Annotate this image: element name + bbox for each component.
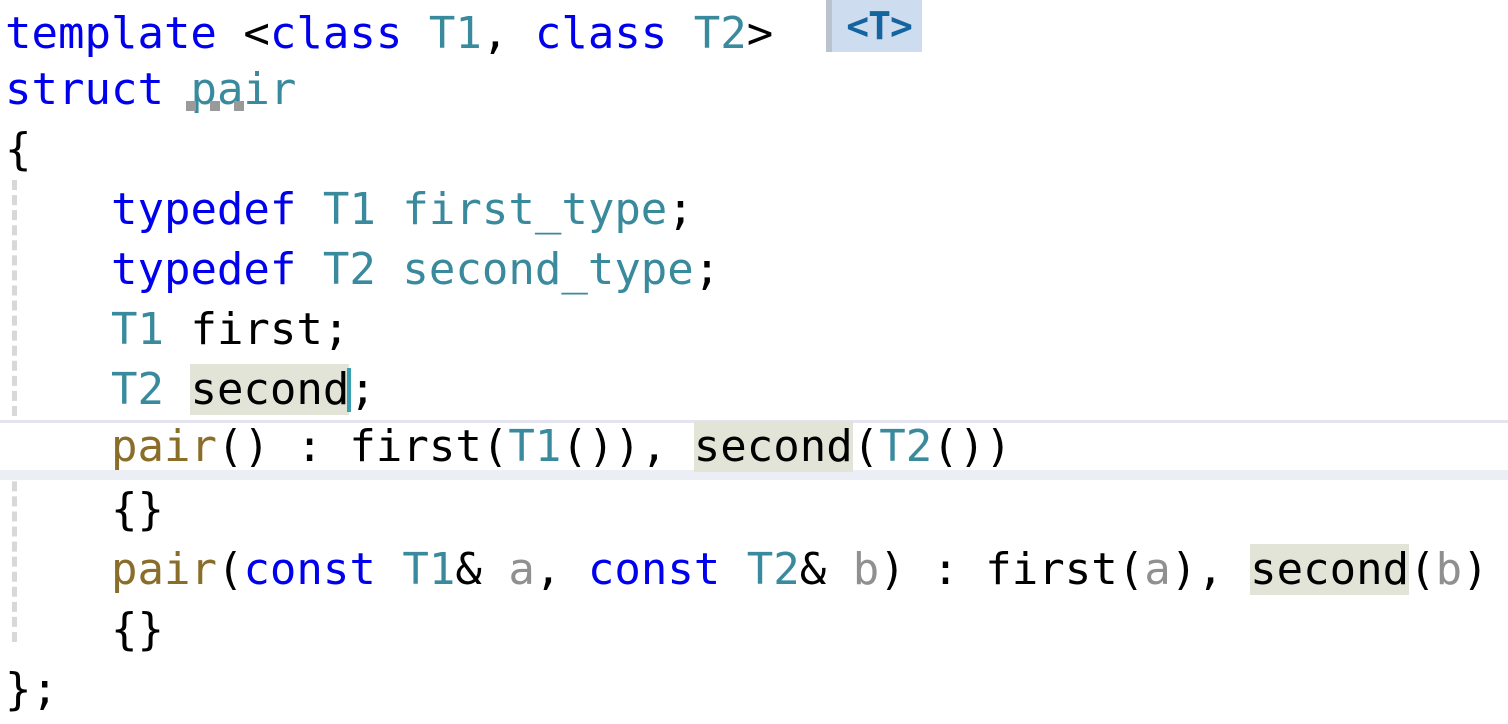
code-line[interactable]: }; [0, 660, 1508, 720]
code-token: ()) [932, 421, 1012, 472]
code-token: & [799, 544, 853, 595]
code-line[interactable]: struct pair [0, 60, 1508, 120]
code-token: first [349, 421, 482, 472]
code-token: ), [1170, 544, 1251, 595]
code-token: a [508, 544, 535, 595]
code-token: ; [349, 364, 376, 415]
code-token: { [5, 124, 32, 175]
code-token: typedef [110, 184, 297, 235]
code-token: T2 [693, 8, 747, 59]
code-token: ; [322, 304, 350, 355]
code-token: ( [481, 421, 509, 472]
badge-spacer [773, 8, 826, 59]
code-token: ) : [879, 544, 986, 595]
code-token: T2 [322, 244, 376, 295]
code-line[interactable]: pair(const T1& a, const T2& b) : first(a… [0, 540, 1508, 600]
code-token: const [587, 544, 721, 595]
code-token: first_type [402, 184, 668, 235]
code-line[interactable]: {} [0, 600, 1508, 660]
code-token: b [852, 544, 880, 595]
code-token: typedef [110, 244, 297, 295]
code-token: ( [852, 421, 880, 472]
code-token: pair [110, 544, 217, 595]
code-token: T1 [322, 184, 376, 235]
code-token: > [746, 8, 774, 59]
code-token: a [1144, 544, 1171, 595]
code-token: T2 [746, 544, 800, 595]
code-token: , [481, 8, 535, 59]
hint-dot [186, 101, 196, 111]
code-token: T1 [508, 421, 562, 472]
code-editor-view[interactable]: template <class T1, class T2> <T> struct … [0, 0, 1508, 724]
code-token: T1 [428, 8, 482, 59]
code-line[interactable]: T2 second; [0, 360, 1508, 420]
code-token: {} [110, 604, 164, 655]
code-line[interactable]: T1 first; [0, 300, 1508, 360]
code-token: T1 [402, 544, 456, 595]
code-token: ( [1117, 544, 1145, 595]
template-parameter-badge[interactable]: <T> [826, 0, 922, 52]
code-token: ; [667, 184, 694, 235]
code-token: second_type [402, 244, 694, 295]
code-line[interactable]: typedef T1 first_type; [0, 180, 1508, 240]
code-line[interactable]: template <class T1, class T2> <T> [0, 0, 1508, 60]
code-line[interactable]: pair() : first(T1()), second(T2()) [0, 420, 1508, 480]
inlay-hint-dots [186, 101, 250, 111]
code-token: template [5, 8, 217, 59]
code-token: first [985, 544, 1118, 595]
code-token: class [534, 8, 668, 59]
occurrence-highlight: second [190, 364, 350, 415]
code-line[interactable]: typedef T2 second_type; [0, 240, 1508, 300]
occurrence-highlight: second [693, 421, 853, 472]
code-token: const [243, 544, 376, 595]
code-line[interactable]: {} [0, 480, 1508, 540]
code-token: ( [1409, 544, 1436, 595]
code-line[interactable]: { [0, 120, 1508, 180]
code-token: }; [5, 664, 58, 715]
code-token: < [243, 8, 270, 59]
code-token: struct [5, 64, 164, 115]
occurrence-highlight: second [1250, 544, 1410, 595]
code-token: T1 [110, 304, 164, 355]
code-token: first [190, 304, 323, 355]
code-token: ( [216, 544, 244, 595]
code-token: ) [1462, 544, 1489, 595]
code-token: b [1435, 544, 1463, 595]
code-token: T2 [879, 421, 933, 472]
code-token: ; [693, 244, 721, 295]
hint-dot [210, 101, 220, 111]
hint-dot [234, 101, 244, 111]
code-token: () : [216, 421, 350, 472]
code-token: class [269, 8, 403, 59]
code-token: , [534, 544, 588, 595]
code-token: T2 [110, 364, 164, 415]
code-token: ()), [561, 421, 694, 472]
code-token: pair [110, 421, 217, 472]
code-token: & [455, 544, 509, 595]
code-token: {} [110, 484, 164, 535]
